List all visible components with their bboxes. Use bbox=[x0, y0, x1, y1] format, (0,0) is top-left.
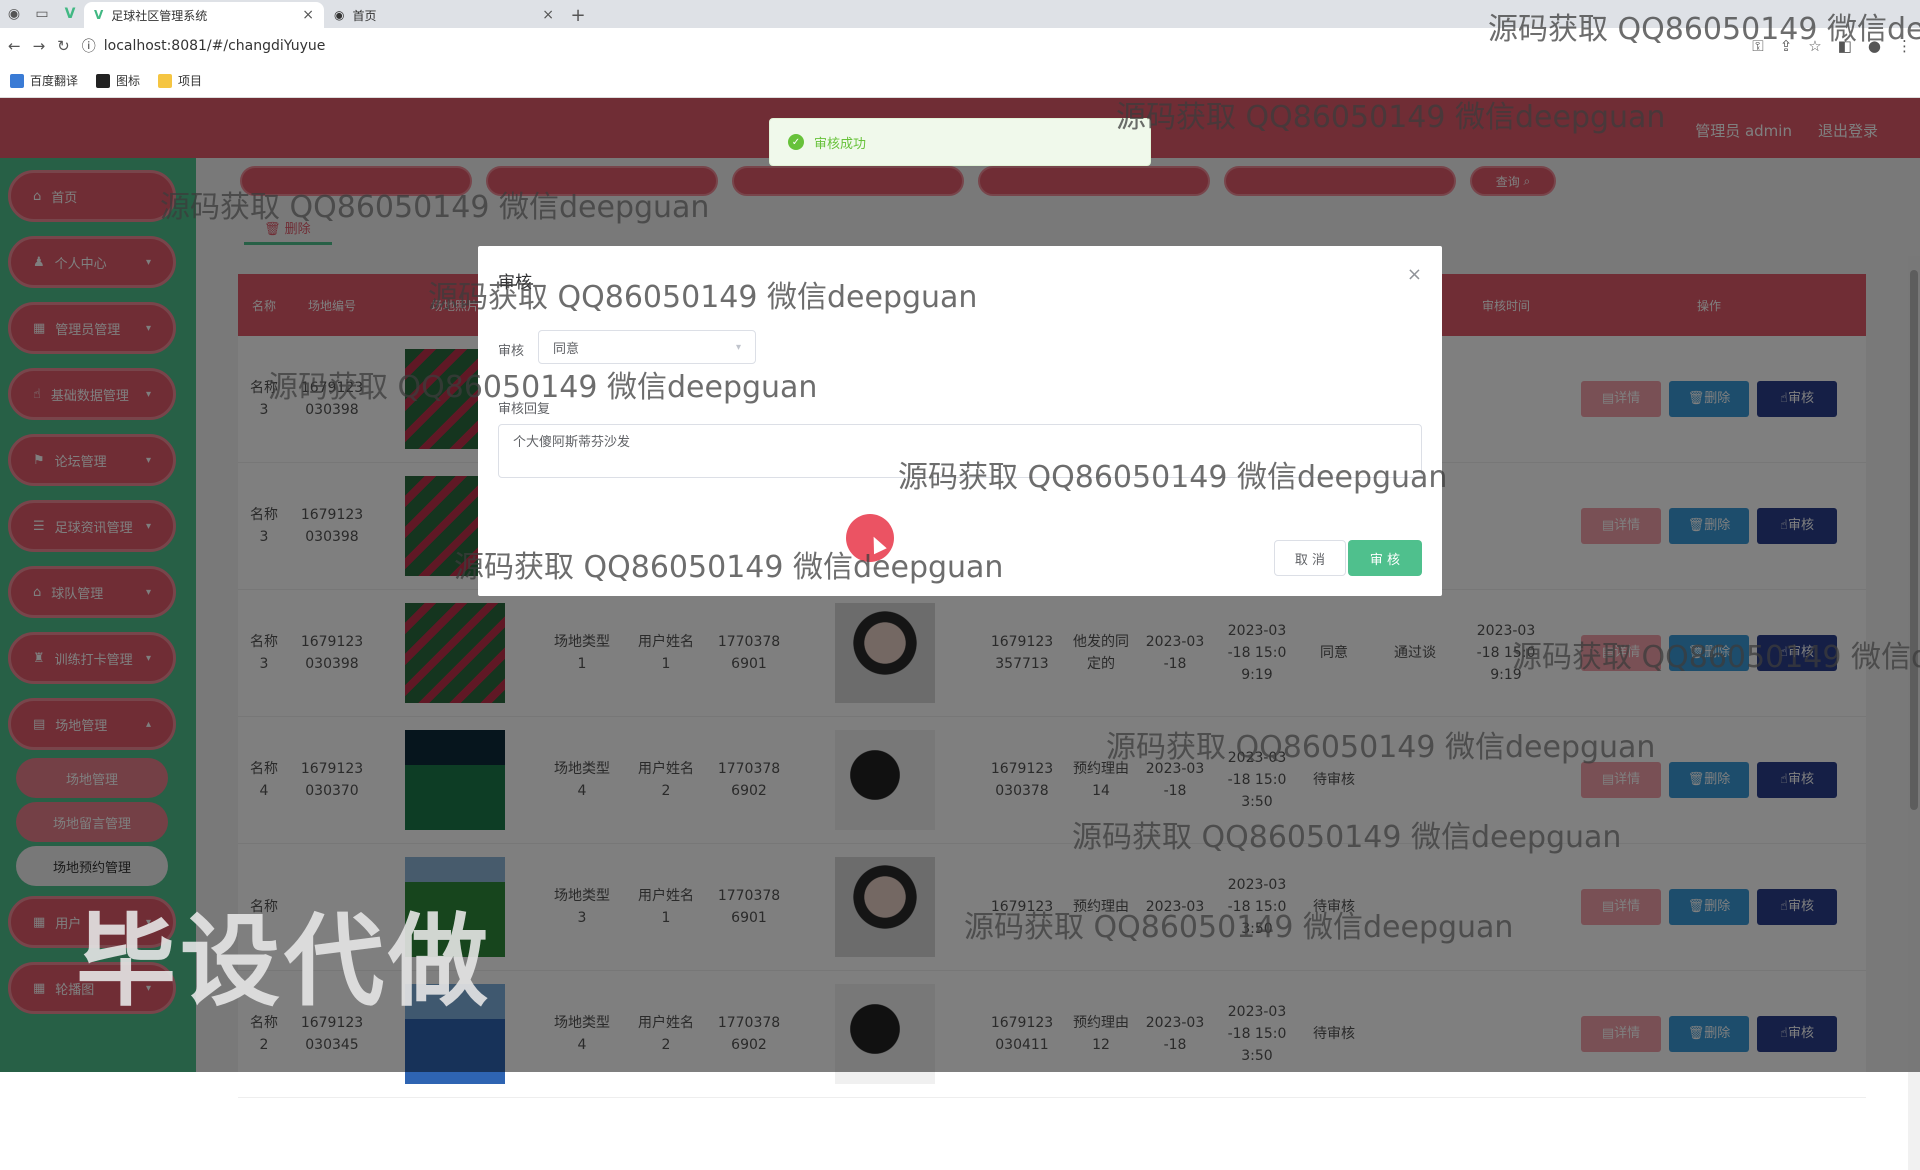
translate-icon bbox=[10, 73, 24, 88]
sidepanel-icon[interactable]: ◧ bbox=[1838, 37, 1852, 55]
reload-icon[interactable]: ↻ bbox=[57, 37, 70, 55]
vue-icon[interactable]: V bbox=[56, 0, 84, 28]
browser-tab[interactable]: ◉ 首页 × bbox=[324, 2, 564, 28]
cancel-button[interactable]: 取 消 bbox=[1274, 540, 1346, 576]
confirm-audit-button[interactable]: 审 核 bbox=[1348, 540, 1422, 576]
tab-title: 首页 bbox=[352, 8, 377, 23]
chevron-down-icon: ▾ bbox=[735, 341, 741, 353]
profile-icon[interactable]: ● bbox=[1868, 37, 1881, 55]
close-icon[interactable]: × bbox=[542, 7, 554, 23]
bookmarks-bar: 百度翻译 图标 项目 bbox=[0, 64, 1920, 98]
audit-select[interactable]: 同意 ▾ bbox=[538, 330, 756, 364]
close-icon[interactable]: × bbox=[302, 7, 314, 23]
watermark-big: 毕设代做 bbox=[76, 903, 492, 1020]
globe-icon: ◉ bbox=[334, 8, 345, 22]
bookmark-item[interactable]: 百度翻译 bbox=[10, 72, 78, 89]
select-value: 同意 bbox=[553, 341, 580, 357]
image-icon bbox=[96, 73, 111, 88]
address-bar: ← → ↻ ⓘ localhost:8081/#/changdiYuyue ⚿ … bbox=[0, 28, 1920, 64]
bookmark-label: 百度翻译 bbox=[30, 74, 79, 88]
bookmark-item[interactable]: 项目 bbox=[158, 72, 202, 89]
select-label: 审核 bbox=[498, 344, 525, 359]
close-icon[interactable]: × bbox=[1407, 264, 1422, 285]
vue-icon: V bbox=[94, 8, 104, 22]
new-tab-button[interactable]: + bbox=[564, 2, 592, 28]
reply-textarea[interactable]: 个大傻阿斯蒂芬沙发 bbox=[498, 424, 1422, 478]
toast-text: 审核成功 bbox=[814, 136, 867, 152]
check-icon: ✓ bbox=[788, 134, 804, 150]
menu-icon[interactable]: ⋮ bbox=[1897, 37, 1912, 55]
bookmark-label: 图标 bbox=[116, 74, 141, 88]
key-icon[interactable]: ⚿ bbox=[1752, 37, 1763, 55]
tab-title: 足球社区管理系统 bbox=[111, 8, 208, 23]
globe-icon[interactable]: ◉ bbox=[0, 0, 28, 28]
window-icon[interactable]: ▭ bbox=[28, 0, 56, 28]
dialog-title: 审核 bbox=[498, 273, 532, 293]
browser-tab-active[interactable]: V 足球社区管理系统 × bbox=[84, 2, 324, 28]
reply-label: 审核回复 bbox=[498, 402, 551, 417]
bookmark-item[interactable]: 图标 bbox=[96, 72, 140, 89]
share-icon[interactable]: ⇪ bbox=[1780, 37, 1793, 55]
url-field[interactable]: ⓘ localhost:8081/#/changdiYuyue bbox=[82, 36, 326, 56]
url-text: localhost:8081/#/changdiYuyue bbox=[103, 38, 326, 54]
bookmark-label: 项目 bbox=[178, 74, 203, 88]
forward-icon[interactable]: → bbox=[33, 37, 46, 55]
success-toast: ✓ 审核成功 bbox=[769, 118, 1151, 166]
browser-tab-strip: ◉ ▭ V V 足球社区管理系统 × ◉ 首页 × + bbox=[0, 0, 1920, 28]
star-icon[interactable]: ☆ bbox=[1808, 37, 1821, 55]
folder-icon bbox=[158, 73, 173, 88]
audit-dialog: 审核 × 审核 同意 ▾ 审核回复 个大傻阿斯蒂芬沙发 取 消 审 核 bbox=[478, 246, 1442, 596]
info-icon: ⓘ bbox=[81, 39, 96, 55]
back-icon[interactable]: ← bbox=[8, 37, 21, 55]
